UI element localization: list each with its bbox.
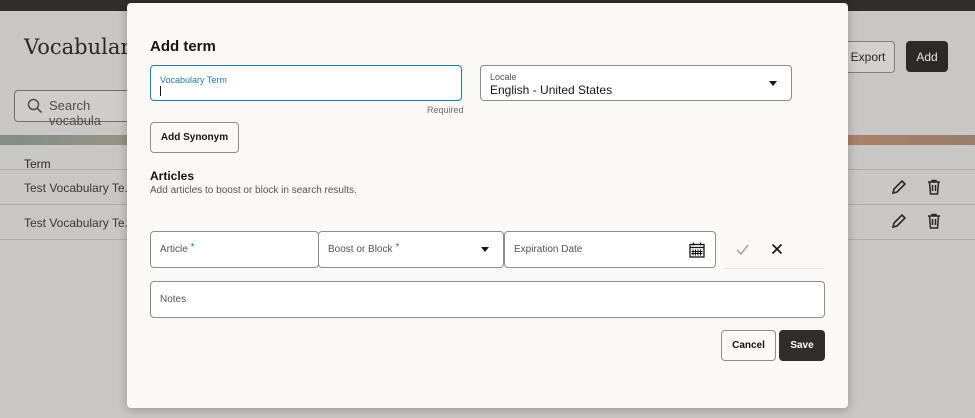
locale-label: Locale xyxy=(490,72,517,82)
notes-placeholder: Notes xyxy=(160,294,187,305)
articles-heading: Articles xyxy=(150,169,195,183)
edit-icon[interactable] xyxy=(890,212,908,230)
vocabulary-term-label: Vocabulary Term xyxy=(160,75,227,85)
table-row[interactable]: Test Vocabulary Te... xyxy=(24,216,135,230)
dialog-title: Add term xyxy=(150,38,216,55)
text-cursor xyxy=(160,86,161,96)
locale-select[interactable]: Locale English - United States xyxy=(480,65,792,101)
required-hint: Required xyxy=(427,105,464,115)
article-field[interactable]: Article * xyxy=(150,231,319,268)
chevron-down-icon xyxy=(481,247,489,252)
add-synonym-button[interactable]: Add Synonym xyxy=(150,122,239,153)
vocabulary-term-field[interactable]: Vocabulary Term xyxy=(150,65,462,101)
articles-description: Add articles to boost or block in search… xyxy=(150,185,357,196)
delete-icon[interactable] xyxy=(925,178,943,196)
expiration-date-field[interactable]: Expiration Date xyxy=(504,231,716,268)
search-icon xyxy=(27,98,43,114)
boost-or-block-select[interactable]: Boost or Block * xyxy=(318,231,504,268)
cancel-button[interactable]: Cancel xyxy=(721,330,776,361)
boost-placeholder: Boost or Block xyxy=(328,244,393,255)
table-row[interactable]: Test Vocabulary Te... xyxy=(24,181,135,195)
article-placeholder: Article xyxy=(160,244,188,255)
calendar-icon[interactable] xyxy=(689,242,705,258)
chevron-down-icon xyxy=(769,81,777,86)
export-button[interactable]: Export xyxy=(841,41,895,73)
save-button[interactable]: Save xyxy=(779,330,825,361)
expiration-placeholder: Expiration Date xyxy=(514,244,583,255)
add-term-dialog: Add term Vocabulary Term Required Locale… xyxy=(127,3,848,408)
required-star: * xyxy=(395,242,400,253)
delete-icon[interactable] xyxy=(925,212,943,230)
page-title: Vocabulary xyxy=(24,35,143,59)
edit-icon[interactable] xyxy=(890,178,908,196)
add-button[interactable]: Add xyxy=(906,41,948,72)
check-icon[interactable] xyxy=(735,242,750,257)
required-star: * xyxy=(190,242,195,253)
locale-value: English - United States xyxy=(490,83,613,97)
close-icon[interactable] xyxy=(771,243,783,255)
divider xyxy=(724,268,824,269)
notes-field[interactable]: Notes xyxy=(150,281,825,318)
